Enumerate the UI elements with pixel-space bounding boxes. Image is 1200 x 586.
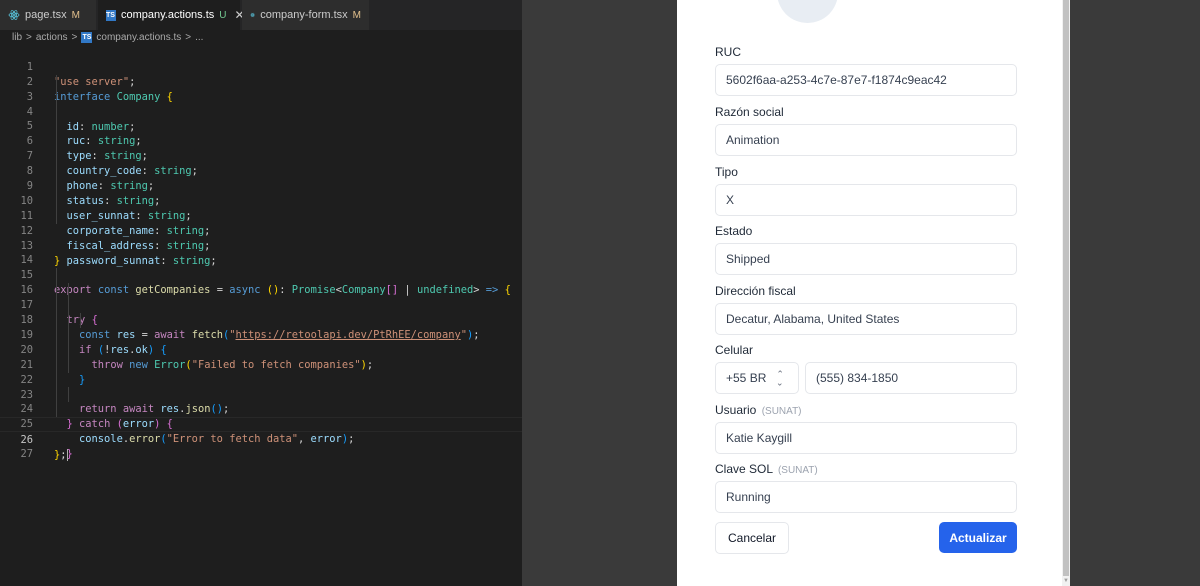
code-line: 20 } xyxy=(0,327,522,386)
usuario-field[interactable]: Katie Kaygill xyxy=(715,422,1017,454)
chevron-right-icon: > xyxy=(26,31,32,43)
react-icon xyxy=(250,12,255,18)
line-number: 27 xyxy=(20,448,33,461)
background-overlay xyxy=(522,0,677,586)
code-line: 4 ruc: string; xyxy=(0,89,522,147)
breadcrumb-item[interactable]: lib xyxy=(12,32,22,43)
code-line: 10 corporate_name: string; xyxy=(0,179,522,237)
typescript-icon: TS xyxy=(106,9,116,21)
direccion-fiscal-field[interactable]: Decatur, Alabama, United States xyxy=(715,303,1017,335)
chevron-right-icon: > xyxy=(185,31,192,43)
estado-value: Shipped xyxy=(726,252,771,266)
usuario-label: Usuario (SUNAT) xyxy=(715,403,802,417)
code-line: 25 } xyxy=(0,402,522,460)
code-line: 14 xyxy=(0,239,522,266)
usuario-label-sub: (SUNAT) xyxy=(761,406,802,417)
code-line: 16 try { xyxy=(0,268,522,326)
tab-badge: U xyxy=(219,9,227,21)
tab-badge: M xyxy=(352,9,361,21)
celular-label: Celular xyxy=(715,343,754,357)
clave-sol-label-sub: (SUNAT) xyxy=(777,465,818,476)
code-line: 6 country_code: string; xyxy=(0,119,522,177)
scroll-down-arrow-icon[interactable]: ▼ xyxy=(1062,577,1070,586)
razon-social-label: Razón social xyxy=(715,105,784,119)
code-line: 13 } xyxy=(0,224,522,267)
code-line: 22 return await res.json(); xyxy=(0,357,522,415)
tab-company-actions[interactable]: TS company.actions.ts U ✕ xyxy=(98,0,245,30)
breadcrumb-item[interactable]: ... xyxy=(195,32,203,43)
code-line: 5 type: string; xyxy=(0,104,522,162)
ruc-field[interactable]: 5602f6aa-a253-4c7e-87e7-f1874c9eac42 xyxy=(715,64,1017,96)
code-line: 15 export const getCompanies = async ():… xyxy=(0,253,522,296)
code-line-current: 26 }; xyxy=(0,417,522,462)
razon-social-field[interactable]: Animation xyxy=(715,124,1017,156)
usuario-label-text: Usuario xyxy=(715,403,757,417)
phone-field[interactable]: (555) 834-1850 xyxy=(805,362,1017,394)
code-line: 9 user_sunnat: string; xyxy=(0,164,522,222)
code-line: 21 xyxy=(0,342,522,371)
clave-sol-value: Running xyxy=(726,490,771,504)
country-code-value: +55 BR xyxy=(726,371,767,385)
direccion-fiscal-value: Decatur, Alabama, United States xyxy=(726,312,900,326)
typescript-icon: TS xyxy=(81,31,93,43)
razon-social-value: Animation xyxy=(726,133,780,147)
direccion-fiscal-label: Dirección fiscal xyxy=(715,284,796,298)
clave-sol-label: Clave SOL (SUNAT) xyxy=(715,462,818,476)
breadcrumb-item[interactable]: company.actions.ts xyxy=(96,32,181,43)
code-line: 8 status: string; xyxy=(0,149,522,207)
tipo-label: Tipo xyxy=(715,165,738,179)
company-form-panel: RUC 5602f6aa-a253-4c7e-87e7-f1874c9eac42… xyxy=(677,0,1062,586)
breadcrumb: lib > actions > TS company.actions.ts > … xyxy=(12,30,203,44)
avatar xyxy=(777,0,838,23)
tab-page-tsx[interactable]: page.tsx M xyxy=(0,0,97,30)
estado-field[interactable]: Shipped xyxy=(715,243,1017,275)
chevron-up-down-icon: ⌃ ⌃ xyxy=(776,369,784,388)
tab-label: company.actions.ts xyxy=(120,9,215,21)
code-line: 19 throw new Error("Failed to fetch comp… xyxy=(0,313,522,371)
country-code-select[interactable]: +55 BR ⌃ ⌃ xyxy=(715,362,799,394)
tipo-value: X xyxy=(726,193,735,207)
code-line: 7 phone: string; xyxy=(0,134,522,192)
tab-badge: M xyxy=(71,9,80,21)
clave-sol-label-text: Clave SOL xyxy=(715,462,773,476)
code-line: 12 password_sunnat: string; xyxy=(0,208,522,267)
phone-value: (555) 834-1850 xyxy=(816,371,899,385)
code-area[interactable]: 1 "use server"; 2 interface Company { 3 … xyxy=(0,45,522,462)
code-line: 18 if (!res.ok) { xyxy=(0,298,522,356)
ruc-value: 5602f6aa-a253-4c7e-87e7-f1874c9eac42 xyxy=(726,73,947,87)
tab-company-form[interactable]: company-form.tsx M xyxy=(242,0,370,30)
scrollbar[interactable]: ▼ xyxy=(1062,0,1070,586)
ruc-label: RUC xyxy=(715,45,741,59)
breadcrumb-item[interactable]: actions xyxy=(36,32,68,43)
text-cursor xyxy=(66,449,68,462)
code-line: 2 interface Company { xyxy=(0,60,522,103)
background-overlay-right xyxy=(1070,0,1200,586)
react-icon xyxy=(8,10,20,20)
code-line: 11 fiscal_address: string; xyxy=(0,193,522,252)
code-line: 3 id: number; xyxy=(0,74,522,133)
clave-sol-field[interactable]: Running xyxy=(715,481,1017,513)
tipo-field[interactable]: X xyxy=(715,184,1017,216)
update-button[interactable]: Actualizar xyxy=(939,522,1017,553)
code-line: 1 "use server"; xyxy=(0,45,522,88)
chevron-right-icon: > xyxy=(71,31,78,43)
cancel-button[interactable]: Cancelar xyxy=(715,522,789,554)
editor-tab-bar: page.tsx M TS company.actions.ts U ✕ com… xyxy=(0,0,522,30)
tab-label: company-form.tsx xyxy=(260,9,348,21)
code-line: 24 console.error("Error to fetch data", … xyxy=(0,387,522,445)
scrollbar-thumb[interactable] xyxy=(1063,0,1069,576)
usuario-value: Katie Kaygill xyxy=(726,431,793,445)
code-line: 17 const res = await fetch("https://reto… xyxy=(0,283,522,341)
tab-label: page.tsx xyxy=(25,9,67,21)
code-line: 27 xyxy=(0,432,522,460)
code-line: 23 } catch (error) { xyxy=(0,372,522,430)
code-editor: page.tsx M TS company.actions.ts U ✕ com… xyxy=(0,0,522,586)
estado-label: Estado xyxy=(715,224,753,238)
